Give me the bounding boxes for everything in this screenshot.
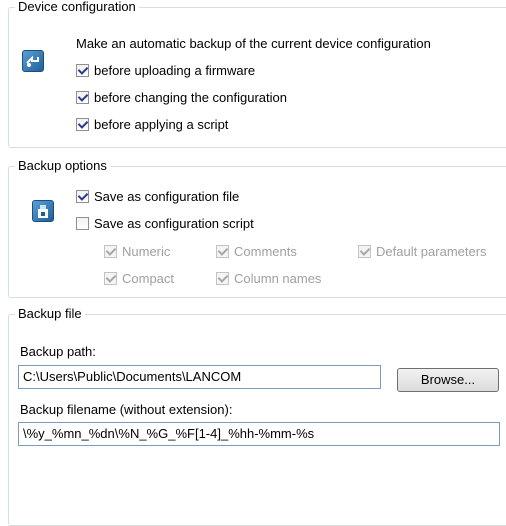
checkbox-column-names-label: Column names <box>234 271 322 286</box>
checkbox-numeric[interactable]: Numeric <box>104 244 170 259</box>
checkbox-numeric-label: Numeric <box>122 244 171 259</box>
checkbox-numeric-box[interactable] <box>104 245 117 258</box>
checkbox-before-changing-box[interactable] <box>76 91 89 104</box>
checkbox-comments-label: Comments <box>234 244 297 259</box>
checkbox-comments[interactable]: Comments <box>216 244 297 259</box>
checkbox-save-config-script-label: Save as configuration script <box>94 216 254 231</box>
checkbox-default-parameters[interactable]: Default parameters <box>358 244 487 259</box>
checkbox-compact-box[interactable] <box>104 272 117 285</box>
checkbox-default-parameters-label: Default parameters <box>376 244 487 259</box>
checkbox-save-config-script[interactable]: Save as configuration script <box>76 216 254 231</box>
backup-file-title: Backup file <box>15 306 85 322</box>
backup-filename-label: Backup filename (without extension): <box>20 402 233 417</box>
backup-save-icon <box>32 200 54 222</box>
browse-button[interactable]: Browse... <box>397 368 499 392</box>
checkbox-compact-label: Compact <box>122 271 175 286</box>
device-configuration-title: Device configuration <box>15 0 139 15</box>
checkbox-before-script-box[interactable] <box>76 118 89 131</box>
backup-options-title: Backup options <box>15 158 110 174</box>
checkbox-before-script-label: before applying a script <box>94 117 229 132</box>
checkbox-column-names-box[interactable] <box>216 272 229 285</box>
checkbox-before-firmware-label: before uploading a firmware <box>94 63 256 78</box>
checkbox-comments-box[interactable] <box>216 245 229 258</box>
checkbox-before-changing[interactable]: before changing the configuration <box>76 90 287 105</box>
checkbox-save-config-file-box[interactable] <box>76 190 89 203</box>
backup-filename-input[interactable]: \%y_%mn_%dn\%N_%G_%F[1-4]_%hh-%mm-%s <box>18 422 500 446</box>
checkbox-before-firmware-box[interactable] <box>76 64 89 77</box>
backup-path-input[interactable]: C:\Users\Public\Documents\LANCOM <box>18 365 381 389</box>
backup-path-label: Backup path: <box>20 344 96 359</box>
checkbox-default-parameters-box[interactable] <box>358 245 371 258</box>
checkbox-save-config-file-label: Save as configuration file <box>94 189 240 204</box>
device-config-description: Make an automatic backup of the current … <box>76 36 431 51</box>
checkbox-column-names[interactable]: Column names <box>216 271 321 286</box>
device-config-icon <box>22 50 44 72</box>
checkbox-before-script[interactable]: before applying a script <box>76 117 228 132</box>
checkbox-compact[interactable]: Compact <box>104 271 174 286</box>
checkbox-before-firmware[interactable]: before uploading a firmware <box>76 63 255 78</box>
checkbox-save-config-file[interactable]: Save as configuration file <box>76 189 239 204</box>
checkbox-before-changing-label: before changing the configuration <box>94 90 287 105</box>
checkbox-save-config-script-box[interactable] <box>76 217 89 230</box>
